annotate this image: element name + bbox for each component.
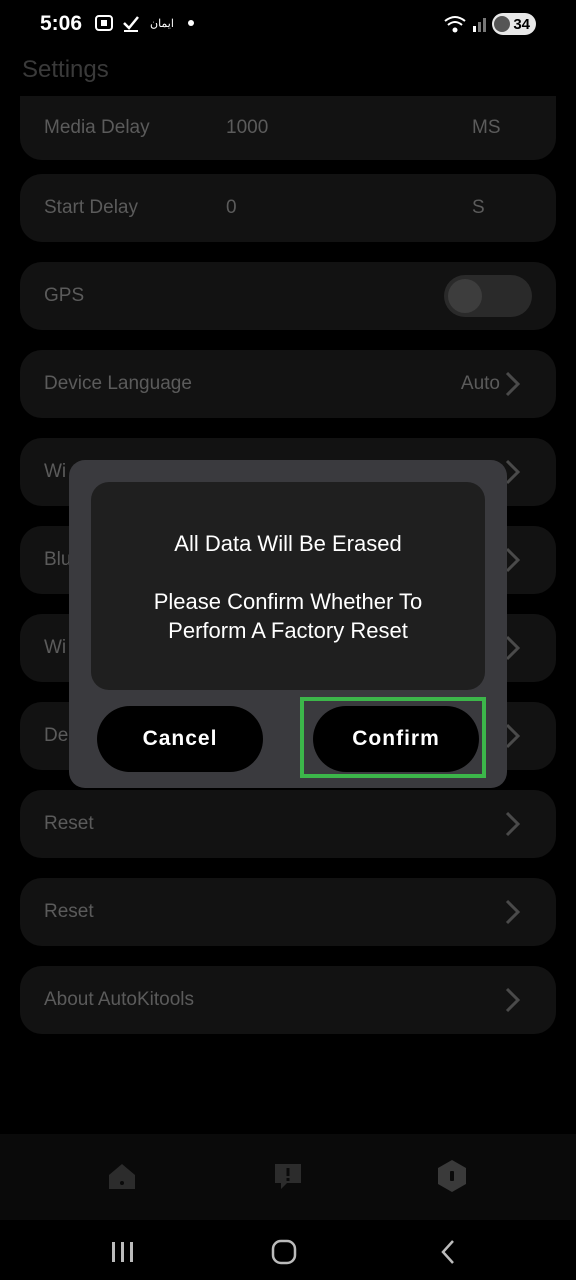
gps-toggle[interactable] [444,275,532,317]
status-time: 5:06 [40,12,83,35]
battery-indicator: 34 [492,13,536,35]
screenshot-icon [94,14,114,32]
confirm-highlight-box [300,697,486,778]
back-icon [441,1240,454,1264]
status-left-icons: ايمان [94,14,194,32]
media-delay-input[interactable]: 1000 [226,117,268,139]
chevron-right-icon [505,899,521,925]
setting-media-delay[interactable]: Media Delay 1000 MS [20,96,556,160]
row-7-label: Wi [44,637,67,658]
carrier-name: ايمان [150,17,174,30]
feedback-icon [275,1164,301,1189]
dialog-message: Please Confirm Whether To Perform A Fact… [153,589,423,643]
dialog-message-box: All Data Will Be Erased Please Confirm W… [91,482,485,690]
about-label: About AutoKitools [44,989,194,1010]
media-delay-unit: MS [472,117,501,138]
setting-start-delay[interactable]: Start Delay 0 S [20,174,556,242]
setting-about[interactable]: About AutoKitools [20,966,556,1034]
setting-reset-1[interactable]: Reset [20,790,556,858]
nav-settings[interactable] [430,1154,474,1198]
media-delay-label: Media Delay [44,117,150,138]
start-delay-input[interactable]: 0 [226,197,237,219]
system-nav-bar [0,1220,576,1280]
status-right-icons: 34 [444,13,536,35]
recent-apps-icon [112,1242,133,1262]
back-button[interactable] [428,1232,468,1272]
chevron-right-icon [505,371,521,397]
home-button[interactable] [264,1232,304,1272]
status-bar: 5:06 ايمان 34 [0,0,576,50]
nav-home[interactable] [100,1154,144,1198]
home-circle-icon [271,1239,297,1265]
home-icon [109,1164,135,1189]
row-5-label: Wi [44,461,67,482]
row-8-label: De [44,725,69,746]
toggle-knob [448,279,482,313]
setting-gps[interactable]: GPS [20,262,556,330]
bottom-nav [0,1134,576,1220]
recent-apps-button[interactable] [103,1232,143,1272]
chevron-right-icon [505,811,521,837]
start-delay-label: Start Delay [44,197,138,218]
notification-dot [187,20,194,26]
row-6-label: Blu [44,549,72,570]
check-icon [122,14,140,32]
signal-icon [472,16,487,32]
device-language-label: Device Language [44,373,192,394]
reset-2-label: Reset [44,901,94,922]
nav-feedback[interactable] [266,1154,310,1198]
battery-level: 34 [513,15,530,33]
gps-label: GPS [44,285,85,306]
settings-hex-icon [438,1160,466,1192]
dialog-title: All Data Will Be Erased [174,531,402,556]
wifi-icon [444,15,466,33]
setting-device-language[interactable]: Device Language Auto [20,350,556,418]
cancel-button[interactable]: Cancel [97,706,263,772]
battery-saver-icon [494,16,511,32]
reset-1-label: Reset [44,813,94,834]
chevron-right-icon [505,987,521,1013]
setting-reset-2[interactable]: Reset [20,878,556,946]
start-delay-unit: S [472,197,485,218]
page-title: Settings [22,56,109,83]
device-language-value: Auto [460,373,500,394]
